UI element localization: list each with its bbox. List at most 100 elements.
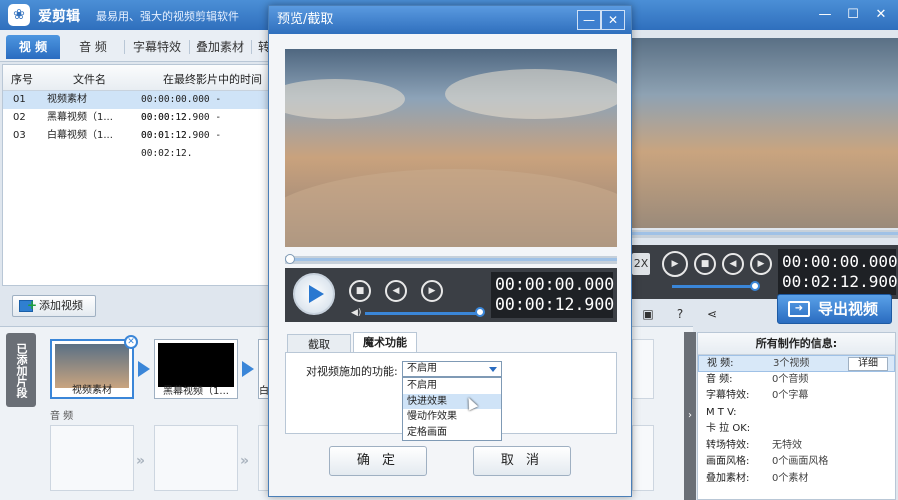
- export-label: 导出视频: [818, 300, 879, 318]
- volume-icon[interactable]: ◀): [351, 308, 361, 318]
- dialog-minimize-icon[interactable]: —: [577, 10, 601, 30]
- double-chevron-icon: »: [240, 453, 250, 469]
- main-tabbar: 视 频 音 频 字幕特效 叠加素材 转: [0, 30, 275, 62]
- clip-item[interactable]: 黑幕视频（1...: [154, 339, 238, 399]
- dropdown-option[interactable]: 不启用: [403, 378, 501, 394]
- magic-function-label: 对视频施加的功能:: [306, 365, 398, 378]
- stop-icon[interactable]: ■: [349, 280, 371, 302]
- remove-clip-icon[interactable]: ✕: [124, 335, 138, 349]
- export-video-button[interactable]: ➜ 导出视频: [777, 294, 892, 324]
- dialog-preview-video[interactable]: [285, 49, 617, 247]
- add-video-label: 添加视频: [39, 299, 83, 312]
- magic-function-dropdown: 不启用 快进效果 慢动作效果 定格画面: [402, 377, 502, 441]
- info-key: 叠加素材:: [706, 472, 750, 484]
- info-value: 0个音频: [772, 373, 809, 385]
- row-index: 01: [13, 94, 26, 105]
- dialog-close-icon[interactable]: ✕: [601, 10, 625, 30]
- clip-thumbnail: [55, 344, 129, 388]
- export-icon: ➜: [788, 301, 810, 317]
- file-list-header: 序号 文件名 在最终影片中的时间: [3, 65, 273, 91]
- next-frame-icon[interactable]: ▶: [421, 280, 443, 302]
- current-time: 00:00:00.000: [782, 252, 898, 271]
- main-time-display: 00:00:00.000 00:02:12.900: [778, 249, 898, 295]
- add-video-button[interactable]: 添加视频: [12, 295, 96, 317]
- dropdown-option[interactable]: 定格画面: [403, 425, 501, 441]
- table-row[interactable]: 02 黑幕视频（1... 00:00:12.900 - 00:01:12.: [3, 109, 273, 141]
- seek-track: [285, 258, 617, 261]
- info-value: 0个画面风格: [772, 456, 829, 467]
- info-title: 所有制作的信息:: [698, 333, 895, 355]
- play-icon[interactable]: ▶: [662, 251, 688, 277]
- main-seek-bar[interactable]: [632, 230, 898, 238]
- dialog-seek-bar[interactable]: [285, 254, 617, 264]
- table-row[interactable]: 01 视频素材 00:00:00.000 - 00:00:12.: [3, 91, 273, 123]
- info-row: M T V:: [698, 405, 895, 422]
- dialog-title: 预览/截取: [277, 12, 334, 27]
- speed-button[interactable]: 2X: [632, 253, 650, 275]
- info-value: 3个视频: [773, 358, 810, 369]
- row-index: 02: [13, 112, 26, 123]
- table-row[interactable]: 03 白幕视频（1... 00:01:12.900 - 00:02:12.: [3, 127, 273, 159]
- tab-overlay[interactable]: 叠加素材: [192, 35, 248, 59]
- dropdown-option[interactable]: 快进效果: [403, 393, 501, 409]
- tab-separator: [189, 40, 190, 54]
- volume-slider[interactable]: [365, 312, 477, 315]
- clip-item[interactable]: 视频素材 ✕: [50, 335, 138, 399]
- dropdown-option[interactable]: 慢动作效果: [403, 409, 501, 425]
- tab-separator: [124, 40, 125, 54]
- collapse-panel-icon[interactable]: ›: [684, 332, 696, 500]
- tab-video[interactable]: 视 频: [6, 35, 60, 59]
- total-time: 00:02:12.900: [782, 272, 898, 291]
- volume-slider[interactable]: [672, 285, 752, 288]
- dialog-player-controls: ■ ◀ ▶ ◀) 00:00:00.000 00:00:12.900: [285, 268, 617, 322]
- close-icon[interactable]: ✕: [870, 5, 892, 25]
- ok-button[interactable]: 确 定: [329, 446, 427, 476]
- tab-magic[interactable]: 魔术功能: [353, 332, 417, 354]
- row-filename: 白幕视频（1...: [47, 130, 113, 141]
- clip-label: 黑幕视频（1...: [163, 386, 229, 397]
- arrow-right-icon: [138, 361, 150, 377]
- main-preview-video[interactable]: [632, 38, 898, 228]
- info-key: 字幕特效:: [706, 390, 750, 401]
- info-key: M T V:: [706, 406, 737, 418]
- prev-frame-icon[interactable]: ◀: [722, 253, 744, 275]
- cloud-shape: [445, 69, 617, 119]
- volume-knob[interactable]: [475, 307, 485, 317]
- audio-track-label: 音 频: [50, 411, 74, 422]
- volume-knob[interactable]: [750, 281, 760, 291]
- magic-function-select[interactable]: 不启用: [402, 361, 502, 377]
- added-clips-label[interactable]: 已添加片段: [6, 333, 36, 407]
- tab-subtitle-effects[interactable]: 字幕特效: [128, 35, 186, 59]
- share-icon[interactable]: ⋖: [704, 306, 720, 322]
- info-row: 字幕特效: 0个字幕: [698, 388, 895, 405]
- save-icon[interactable]: ▣: [640, 306, 656, 322]
- total-time: 00:00:12.900: [495, 295, 615, 314]
- detail-button[interactable]: 详细: [848, 357, 888, 371]
- help-icon[interactable]: ?: [672, 306, 688, 322]
- info-row: 音 频: 0个音频: [698, 372, 895, 389]
- tab-audio[interactable]: 音 频: [66, 35, 120, 59]
- minimize-icon[interactable]: —: [814, 5, 836, 25]
- info-row: 卡 拉 OK:: [698, 421, 895, 438]
- info-key: 音 频:: [706, 373, 733, 385]
- tab-trim[interactable]: 截取: [287, 334, 351, 354]
- magic-function-panel: 对视频施加的功能: 不启用 不启用 快进效果 慢动作效果 定格画面: [285, 352, 617, 441]
- main-player-controls: 2X ▶ ■ ◀ ▶ 00:00:00.000 00:02:12.900: [632, 245, 898, 299]
- audio-slot[interactable]: [50, 425, 134, 491]
- prev-frame-icon[interactable]: ◀: [385, 280, 407, 302]
- maximize-icon[interactable]: ☐: [842, 5, 864, 25]
- info-row: 画面风格: 0个画面风格: [698, 454, 895, 471]
- stop-icon[interactable]: ■: [694, 253, 716, 275]
- info-value: 0个素材: [772, 472, 809, 484]
- clip-label: 视频素材: [72, 385, 112, 396]
- clip-slot[interactable]: [632, 339, 654, 399]
- row-filename: 黑幕视频（1...: [47, 112, 113, 123]
- next-frame-icon[interactable]: ▶: [750, 253, 772, 275]
- cancel-button[interactable]: 取 消: [473, 446, 571, 476]
- play-icon[interactable]: [293, 273, 335, 315]
- audio-slot[interactable]: [154, 425, 238, 491]
- seek-knob[interactable]: [285, 254, 295, 264]
- preview-trim-dialog: 预览/截取 — ✕ ■ ◀ ▶ ◀) 00:00:00.000 00:00:12…: [268, 5, 632, 497]
- audio-slot[interactable]: [632, 425, 654, 491]
- project-info-panel: 所有制作的信息: 视 频: 3个视频 详细 音 频: 0个音频 字幕特效: 0个…: [697, 332, 896, 500]
